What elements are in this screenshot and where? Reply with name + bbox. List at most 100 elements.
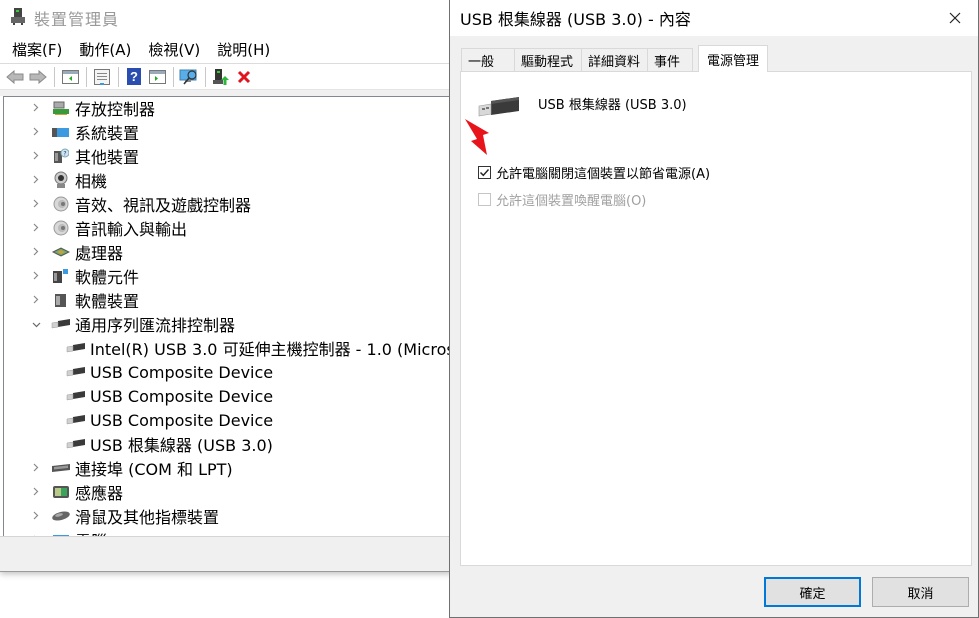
chevron-right-icon[interactable] bbox=[29, 461, 43, 475]
mouse-icon bbox=[51, 507, 71, 525]
tree-category[interactable]: 處理器 bbox=[29, 240, 123, 264]
usb-icon bbox=[51, 315, 71, 333]
tree-device[interactable]: Intel(R) USB 3.0 可延伸主機控制器 - 1.0 (Microso… bbox=[44, 336, 452, 360]
update-driver-icon bbox=[213, 68, 229, 85]
action-pane-icon bbox=[148, 69, 166, 84]
close-icon bbox=[949, 12, 961, 24]
tree-category[interactable]: ? 其他裝置 bbox=[29, 144, 139, 168]
show-action-pane-button[interactable] bbox=[147, 67, 167, 87]
port-icon bbox=[51, 459, 71, 477]
menu-file[interactable]: 檔案(F) bbox=[12, 39, 62, 60]
tree-category[interactable]: 滑鼠及其他指標裝置 bbox=[29, 504, 219, 528]
tree-category[interactable]: 存放控制器 bbox=[29, 97, 156, 120]
help-button[interactable]: ? bbox=[124, 67, 144, 87]
tree-item-label: USB Composite Device bbox=[90, 386, 274, 406]
tab-general[interactable]: 一般 bbox=[461, 48, 515, 72]
allow-power-off-label[interactable]: 允許電腦關閉這個裝置以節省電源(A) bbox=[496, 163, 710, 182]
back-button[interactable] bbox=[5, 67, 25, 87]
menu-help[interactable]: 說明(H) bbox=[217, 39, 270, 60]
tree-category[interactable]: 軟體裝置 bbox=[29, 288, 139, 312]
toolbar-separator bbox=[205, 66, 206, 87]
console-tree-icon bbox=[61, 69, 79, 84]
tree-category[interactable]: 感應器 bbox=[29, 480, 123, 504]
scan-hardware-changes-icon bbox=[179, 69, 197, 85]
tree-item-label: 軟體裝置 bbox=[75, 292, 140, 311]
tree-item-label: 存放控制器 bbox=[75, 100, 156, 119]
speaker-icon bbox=[51, 219, 71, 237]
processor-icon bbox=[51, 243, 71, 261]
tree-item-label: 連接埠 (COM 和 LPT) bbox=[75, 460, 233, 479]
allow-power-off-checkbox[interactable] bbox=[478, 166, 491, 179]
back-arrow-icon bbox=[6, 69, 24, 84]
device-tree[interactable]: 存放控制器 系統裝置? 其他裝置相機音效、視訊及遊戲控制器 音訊輸入與輸出 處理器軟體元… bbox=[3, 96, 452, 536]
cancel-button[interactable]: 取消 bbox=[872, 577, 969, 607]
tree-item-label: 音訊輸入與輸出 bbox=[75, 220, 188, 239]
tree-category[interactable]: 通用序列匯流排控制器 bbox=[29, 312, 235, 336]
uninstall-device-button[interactable] bbox=[234, 67, 254, 87]
tree-item-label: 感應器 bbox=[75, 484, 124, 503]
forward-arrow-icon bbox=[29, 69, 47, 84]
show-hide-console-tree-button[interactable] bbox=[60, 67, 80, 87]
chevron-right-icon[interactable] bbox=[29, 149, 43, 163]
tree-device[interactable]: USB Composite Device bbox=[44, 384, 273, 408]
tab-driver[interactable]: 驅動程式 bbox=[514, 48, 582, 72]
ok-button[interactable]: 確定 bbox=[764, 577, 861, 607]
tab-power-management[interactable]: 電源管理 bbox=[698, 45, 769, 72]
device-manager-window: 裝置管理員 檔案(F) 動作(A) 檢視(V) 說明(H) ? 存放控制器 系統… bbox=[0, 0, 452, 572]
svg-text:?: ? bbox=[130, 69, 138, 84]
chevron-right-icon[interactable] bbox=[29, 509, 43, 523]
tree-category[interactable]: 相機 bbox=[29, 168, 107, 192]
tree-item-label: 相機 bbox=[75, 172, 108, 191]
chevron-down-icon[interactable] bbox=[29, 317, 43, 331]
device-manager-title: 裝置管理員 bbox=[34, 10, 120, 29]
close-button[interactable] bbox=[942, 6, 968, 30]
menu-action[interactable]: 動作(A) bbox=[79, 39, 131, 60]
chevron-right-icon[interactable] bbox=[29, 221, 43, 235]
menu-bar: 檔案(F) 動作(A) 檢視(V) 說明(H) bbox=[0, 36, 451, 64]
allow-power-off-option[interactable]: 允許電腦關閉這個裝置以節省電源(A) bbox=[478, 163, 710, 182]
speaker-icon bbox=[51, 195, 71, 213]
tree-device[interactable]: USB 根集線器 (USB 3.0) bbox=[44, 432, 273, 456]
svg-text:?: ? bbox=[63, 151, 66, 158]
allow-wake-checkbox bbox=[478, 193, 491, 206]
tree-item-label: 處理器 bbox=[75, 244, 124, 263]
toolbar-separator bbox=[173, 66, 174, 87]
usb-icon bbox=[66, 339, 86, 357]
desktop: 裝置管理員 檔案(F) 動作(A) 檢視(V) 說明(H) ? 存放控制器 系統… bbox=[0, 0, 979, 618]
chevron-right-icon[interactable] bbox=[29, 269, 43, 283]
chevron-right-icon[interactable] bbox=[29, 485, 43, 499]
tab-events[interactable]: 事件 bbox=[647, 48, 693, 72]
uninstall-device-icon bbox=[237, 70, 251, 83]
tree-category[interactable]: 電腦 bbox=[29, 528, 107, 536]
chevron-right-icon[interactable] bbox=[29, 101, 43, 115]
toolbar-separator bbox=[54, 66, 55, 87]
tree-category[interactable]: 連接埠 (COM 和 LPT) bbox=[29, 456, 233, 480]
forward-button[interactable] bbox=[28, 67, 48, 87]
tree-device[interactable]: USB Composite Device bbox=[44, 360, 273, 384]
tree-category[interactable]: 軟體元件 bbox=[29, 264, 139, 288]
chevron-right-icon[interactable] bbox=[29, 125, 43, 139]
properties-button[interactable] bbox=[92, 67, 112, 87]
chevron-right-icon[interactable] bbox=[29, 245, 43, 259]
chevron-right-icon[interactable] bbox=[29, 173, 43, 187]
tree-device[interactable]: USB Composite Device bbox=[44, 408, 273, 432]
tree-category[interactable]: 音效、視訊及遊戲控制器 bbox=[29, 192, 251, 216]
dialog-title: USB 根集線器 (USB 3.0) - 內容 bbox=[460, 10, 691, 29]
chevron-right-icon[interactable] bbox=[29, 197, 43, 211]
toolbar-separator bbox=[86, 66, 87, 87]
tree-item-label: 電腦 bbox=[75, 528, 107, 536]
device-manager-app-icon bbox=[10, 7, 26, 29]
update-driver-button[interactable] bbox=[211, 67, 231, 87]
tree-item-label: Intel(R) USB 3.0 可延伸主機控制器 - 1.0 (Microso… bbox=[90, 340, 452, 359]
device-manager-titlebar: 裝置管理員 bbox=[0, 0, 451, 36]
chevron-right-icon[interactable] bbox=[29, 293, 43, 307]
tree-category[interactable]: 系統裝置 bbox=[29, 120, 139, 144]
menu-view[interactable]: 檢視(V) bbox=[148, 39, 200, 60]
tree-item-label: 軟體元件 bbox=[75, 268, 140, 287]
tree-item-label: 音效、視訊及遊戲控制器 bbox=[75, 196, 252, 215]
properties-icon bbox=[94, 68, 110, 85]
usb-icon bbox=[66, 363, 86, 381]
tab-details[interactable]: 詳細資料 bbox=[581, 48, 648, 72]
scan-hardware-button[interactable] bbox=[179, 67, 199, 87]
tree-category[interactable]: 音訊輸入與輸出 bbox=[29, 216, 187, 240]
